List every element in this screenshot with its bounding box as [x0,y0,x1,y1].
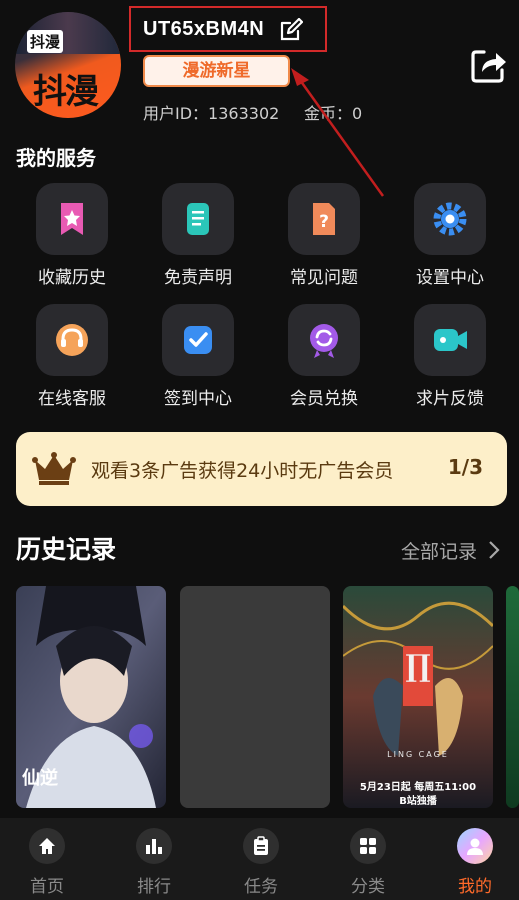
cover-schedule: 5月23日起 每周五11:00 [359,782,477,793]
service-disclaimer[interactable]: 免责声明 [143,183,253,288]
cover-platform: B站独播 [399,796,437,807]
tab-categories[interactable]: 分类 [316,828,420,897]
ad-banner-text: 观看3条广告获得24小时无广告会员 [91,460,394,482]
tab-label: 首页 [30,877,64,897]
cover-top-text: LING CAGE [387,750,449,759]
service-favorites-history[interactable]: 收藏历史 [17,183,127,288]
service-label: 在线客服 [38,389,106,409]
video-feedback-icon [434,329,467,351]
service-label: 收藏历史 [38,268,106,288]
tab-ranking[interactable]: 排行 [102,828,206,897]
checkin-icon [184,326,212,354]
gear-icon [433,202,467,236]
service-request-feedback[interactable]: 求片反馈 [395,304,505,409]
history-card[interactable]: ∏ LING CAGE 5月23日起 每周五11:00 B站独播 [343,586,493,808]
exchange-badge-icon [310,324,338,358]
history-title: 历史记录 [16,535,117,564]
all-records-link[interactable]: 全部记录 [401,537,501,564]
service-label: 免责声明 [164,268,232,288]
service-faq[interactable]: ? 常见问题 [269,183,379,288]
tab-mine[interactable]: 我的 [423,828,519,897]
history-card[interactable] [180,586,330,808]
headset-icon [56,324,88,356]
tab-home[interactable]: 首页 [0,828,99,897]
chevron-right-icon [489,541,500,559]
document-icon [187,203,209,235]
svg-text:?: ? [319,212,329,232]
clipboard-icon [254,836,268,855]
service-label: 求片反馈 [416,389,484,409]
avatar-icon [467,838,483,855]
services-title: 我的服务 [16,146,96,170]
history-card[interactable]: 仙逆 [16,586,166,808]
home-icon [39,838,55,854]
ad-reward-banner[interactable]: 观看3条广告获得24小时无广告会员 1/3 [16,432,507,506]
question-doc-icon: ? [313,203,335,235]
tab-label: 分类 [351,877,385,897]
tab-label: 任务 [244,877,278,897]
bookmark-star-icon [61,203,83,235]
svg-text:∏: ∏ [405,649,430,684]
bar-chart-icon [146,839,162,854]
tab-label: 排行 [137,877,171,897]
history-card[interactable] [506,586,519,808]
service-label: 设置中心 [416,268,484,288]
ad-progress: 1/3 [447,455,483,479]
service-checkin[interactable]: 签到中心 [143,304,253,409]
service-member-exchange[interactable]: 会员兑换 [269,304,379,409]
cover-title: 仙逆 [22,768,58,789]
grid-icon [360,838,376,854]
crown-icon [32,452,76,485]
service-label: 签到中心 [164,389,232,409]
service-label: 常见问题 [290,268,358,288]
tab-label: 我的 [458,877,492,897]
service-settings[interactable]: 设置中心 [395,183,505,288]
cover-image: ∏ [343,586,493,808]
service-label: 会员兑换 [290,389,358,409]
tab-tasks[interactable]: 任务 [209,828,313,897]
service-online-support[interactable]: 在线客服 [17,304,127,409]
all-records-label: 全部记录 [400,541,477,563]
